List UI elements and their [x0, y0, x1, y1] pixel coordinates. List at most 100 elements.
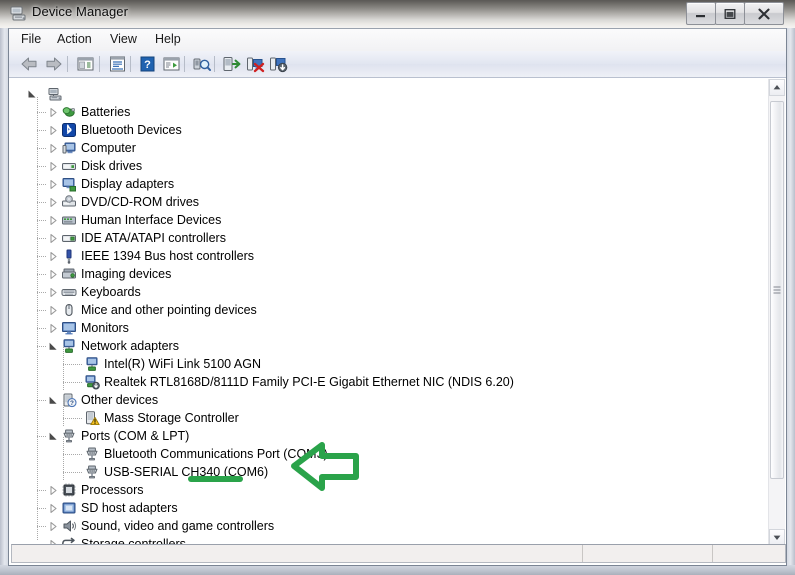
disk-drive-icon — [62, 163, 76, 170]
menu-view[interactable]: View — [106, 32, 141, 46]
title-bar[interactable]: Device Manager — [0, 0, 795, 28]
collapsed-twisty-icon[interactable] — [49, 162, 58, 171]
update-driver-button[interactable] — [221, 54, 242, 74]
help-button[interactable]: ? — [137, 54, 158, 74]
toolbar: ? — [9, 51, 786, 78]
toolbar-separator-3 — [130, 56, 131, 72]
hid-icon — [62, 216, 76, 225]
expanded-twisty-icon[interactable] — [28, 90, 37, 99]
menu-help[interactable]: Help — [151, 32, 185, 46]
collapsed-twisty-icon[interactable] — [49, 144, 58, 153]
maximize-icon — [724, 8, 736, 19]
tree-node-label: Monitors — [81, 321, 129, 335]
tree-node-label: IEEE 1394 Bus host controllers — [81, 249, 255, 263]
minimize-button[interactable] — [686, 2, 716, 25]
action-pane-icon — [163, 57, 180, 71]
collapsed-twisty-icon[interactable] — [49, 180, 58, 189]
collapsed-twisty-icon[interactable] — [49, 504, 58, 513]
scan-hardware-icon — [193, 58, 211, 71]
show-hide-action-pane-button[interactable] — [161, 54, 182, 74]
collapsed-twisty-icon[interactable] — [49, 324, 58, 333]
monitor-icon — [62, 322, 76, 335]
expanded-twisty-icon[interactable] — [49, 342, 58, 351]
forward-button[interactable] — [43, 54, 64, 74]
tree-node-label: USB-SERIAL CH340 (COM6) — [104, 465, 269, 479]
processor-icon — [62, 483, 76, 497]
tree-connector — [37, 508, 46, 509]
menu-file[interactable]: File — [17, 32, 45, 46]
tree-connector — [37, 184, 46, 185]
svg-text:?: ? — [70, 400, 74, 407]
collapsed-twisty-icon[interactable] — [49, 198, 58, 207]
tree-rail-level2-2 — [63, 437, 64, 481]
scroll-up-button[interactable] — [769, 79, 785, 96]
disable-device-button[interactable] — [268, 54, 289, 74]
device-tree[interactable]: Batteries Bluetooth Devices Computer Disk d… — [11, 79, 770, 546]
tree-connector — [37, 274, 46, 275]
tree-rail-level1 — [37, 97, 38, 541]
vertical-scrollbar[interactable] — [768, 79, 785, 546]
device-manager-icon — [10, 6, 26, 21]
tree-node-label: Imaging devices — [81, 267, 172, 281]
uninstall-device-button[interactable] — [245, 54, 266, 74]
show-hide-console-tree-button[interactable] — [75, 54, 96, 74]
tree-rail-level2-1 — [63, 401, 64, 427]
window-title: Device Manager — [32, 4, 129, 19]
port-icon — [86, 447, 98, 461]
collapsed-twisty-icon[interactable] — [49, 126, 58, 135]
tree-node-label: Intel(R) WiFi Link 5100 AGN — [104, 357, 261, 371]
tree-connector — [37, 112, 46, 113]
tree-node-label: Network adapters — [81, 339, 179, 353]
ide-controller-icon — [62, 235, 76, 242]
back-button[interactable] — [19, 54, 40, 74]
tree-node-label: Sound, video and game controllers — [81, 519, 275, 533]
status-divider-1 — [582, 545, 583, 562]
tree-connector — [37, 328, 46, 329]
computer-icon — [62, 142, 76, 154]
tree-connector — [63, 382, 83, 383]
sd-host-icon — [62, 502, 76, 514]
collapsed-twisty-icon[interactable] — [49, 306, 58, 315]
tree-node-label: Display adapters — [81, 177, 175, 191]
collapsed-twisty-icon[interactable] — [49, 234, 58, 243]
imaging-device-icon — [62, 268, 76, 279]
tree-node-label: Realtek RTL8168D/8111D Family PCI-E Giga… — [104, 375, 514, 389]
close-button[interactable] — [744, 2, 784, 25]
expanded-twisty-icon[interactable] — [49, 396, 58, 405]
expanded-twisty-icon[interactable] — [49, 432, 58, 441]
tree-node-label: Human Interface Devices — [81, 213, 222, 227]
tree-connector — [37, 202, 46, 203]
minimize-icon — [696, 14, 705, 17]
mouse-icon — [65, 303, 73, 317]
tree-connector — [37, 220, 46, 221]
console-tree-icon — [77, 57, 94, 71]
collapsed-twisty-icon[interactable] — [49, 108, 58, 117]
tree-node-label: DVD/CD-ROM drives — [81, 195, 200, 209]
tree-connector — [37, 292, 46, 293]
tree-connector — [37, 166, 46, 167]
tree-node-label: Bluetooth Devices — [81, 123, 182, 137]
collapsed-twisty-icon[interactable] — [49, 270, 58, 279]
tree-connector — [63, 418, 83, 419]
collapsed-twisty-icon[interactable] — [49, 252, 58, 261]
toolbar-separator-1 — [67, 56, 68, 72]
sound-icon — [63, 520, 77, 532]
collapsed-twisty-icon[interactable] — [49, 216, 58, 225]
toolbar-separator-4 — [184, 56, 185, 72]
tree-rail-level2-0 — [63, 347, 64, 391]
toolbar-separator-2 — [99, 56, 100, 72]
tree-connector — [63, 472, 83, 473]
scroll-thumb[interactable] — [770, 101, 784, 479]
svg-text:?: ? — [144, 59, 151, 71]
collapsed-twisty-icon[interactable] — [49, 522, 58, 531]
dvd-drive-icon — [62, 195, 76, 207]
device-manager-window: Device Manager File Action View Help ? B… — [0, 0, 795, 575]
forward-arrow-icon — [46, 57, 62, 71]
maximize-button[interactable] — [715, 2, 745, 25]
menu-action[interactable]: Action — [53, 32, 96, 46]
properties-button[interactable] — [107, 54, 128, 74]
collapsed-twisty-icon[interactable] — [49, 288, 58, 297]
collapsed-twisty-icon[interactable] — [49, 486, 58, 495]
scroll-down-icon — [773, 535, 781, 540]
scan-hardware-changes-button[interactable] — [191, 54, 212, 74]
